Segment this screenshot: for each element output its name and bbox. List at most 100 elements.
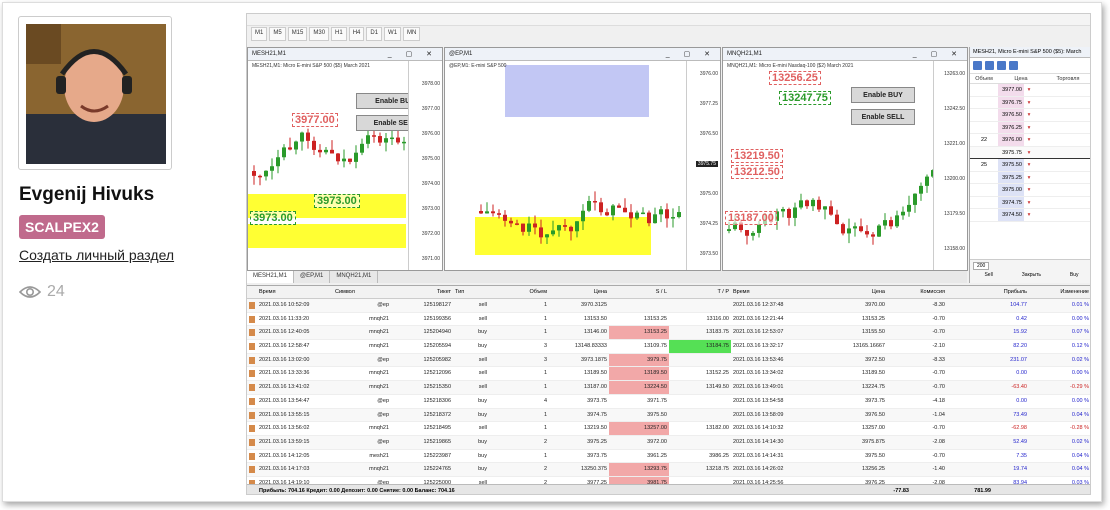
column-header[interactable]: Комиссия xyxy=(887,286,947,298)
order-label[interactable]: 3973.00 xyxy=(314,194,360,208)
enable-sell-button[interactable]: Enable SELL xyxy=(851,109,915,125)
cancel-icon[interactable]: ▾ xyxy=(1024,184,1034,196)
order-label[interactable]: 3973.00 xyxy=(250,211,296,225)
column-header[interactable]: Изменение xyxy=(1029,286,1090,298)
trade-cell[interactable] xyxy=(1034,109,1090,121)
dom-row[interactable]: 3977.00 ▾ xyxy=(970,84,1090,97)
order-label[interactable]: 13247.75 xyxy=(779,91,831,105)
cancel-icon[interactable]: ▾ xyxy=(1024,209,1034,221)
column-header[interactable]: Объем xyxy=(489,286,549,298)
dom-tool-icon[interactable] xyxy=(973,61,982,70)
create-section-link[interactable]: Создать личный раздел xyxy=(19,247,174,263)
dom-row[interactable]: 3975.25 ▾ xyxy=(970,171,1090,184)
dom-row[interactable]: 3976.50 ▾ xyxy=(970,109,1090,122)
cancel-icon[interactable]: ▾ xyxy=(1024,84,1034,96)
order-label[interactable]: 13187.00 xyxy=(725,211,777,225)
trade-cell[interactable] xyxy=(1034,197,1090,209)
trade-cell[interactable] xyxy=(1034,122,1090,134)
cancel-icon[interactable]: ▾ xyxy=(1024,172,1034,184)
order-label[interactable]: 13256.25 xyxy=(769,71,821,85)
cancel-icon[interactable]: ▾ xyxy=(1024,97,1034,109)
column-header[interactable]: Символ xyxy=(333,286,391,298)
trade-cell[interactable] xyxy=(1034,97,1090,109)
window-buttons[interactable]: _ ▢ ✕ xyxy=(388,48,438,61)
table-row[interactable]: 2021.03.16 10:52:09 @ep 125198127 sell 1 3970… xyxy=(247,299,1090,313)
table-row[interactable]: 2021.03.16 13:02:00 @ep 125205982 sell 3 3973… xyxy=(247,353,1090,368)
dom-tool-icon[interactable] xyxy=(985,61,994,70)
chart-window-ep[interactable]: @EP,M1 _ ▢ ✕ @EP,M1: E-mini S&P 500 3976.… xyxy=(444,47,721,271)
table-row[interactable]: 2021.03.16 13:54:47 @ep 125218306 buy 4 3973.… xyxy=(247,395,1090,409)
chart-area[interactable]: @EP,M1: E-mini S&P 500 3976.00 3977.25 3… xyxy=(445,61,720,270)
trade-cell[interactable] xyxy=(1034,159,1090,171)
tab-mnqh21[interactable]: MNQH21,M1 xyxy=(330,271,379,283)
window-buttons[interactable]: _ ▢ ✕ xyxy=(666,48,716,61)
cancel-icon[interactable]: ▾ xyxy=(1024,197,1034,209)
tab-ep[interactable]: @EP,M1 xyxy=(294,271,331,283)
tf-m30[interactable]: M30 xyxy=(309,27,330,41)
volume-field[interactable]: 200 xyxy=(973,262,990,270)
order-label[interactable]: 3977.00 xyxy=(292,113,338,127)
close-button[interactable]: Закрыть xyxy=(1022,272,1041,278)
tf-m1[interactable]: M1 xyxy=(251,27,268,41)
chart-window-mesh21[interactable]: MESH21,M1 _ ▢ ✕ MESH21,M1: Micro E-mini S… xyxy=(247,47,443,271)
dom-row[interactable]: 25 3975.50 ▾ xyxy=(970,159,1090,172)
sell-button[interactable]: Sell xyxy=(984,272,992,278)
column-header[interactable]: S / L xyxy=(609,286,669,298)
chart-area[interactable]: MNQH21,M1: Micro E-mini Nasdaq-100 ($2) … xyxy=(723,61,967,270)
column-header[interactable]: Тип xyxy=(453,286,489,298)
user-name[interactable]: Evgenij Hivuks xyxy=(19,184,154,206)
avatar[interactable] xyxy=(18,16,172,170)
tf-mn[interactable]: MN xyxy=(403,27,421,41)
table-row[interactable]: 2021.03.16 11:33:20 mnqh21 125199356 sell 1 1… xyxy=(247,313,1090,327)
trade-cell[interactable] xyxy=(1034,184,1090,196)
column-header[interactable]: Время xyxy=(731,286,793,298)
order-label[interactable]: 13219.50 xyxy=(731,149,783,163)
tab-mesh21[interactable]: MESH21,M1 xyxy=(247,271,295,283)
trade-cell[interactable] xyxy=(1034,84,1090,96)
dom-tool-icon[interactable] xyxy=(1009,61,1018,70)
table-row[interactable]: 2021.03.16 12:40:05 mnqh21 125204940 buy 1 13… xyxy=(247,326,1090,341)
window-buttons[interactable]: _ ▢ ✕ xyxy=(913,48,963,61)
dom-tool-icon[interactable] xyxy=(997,61,1006,70)
cancel-icon[interactable]: ▾ xyxy=(1024,159,1034,171)
dom-row[interactable]: 3974.50 ▾ xyxy=(970,209,1090,222)
order-label[interactable]: 13212.50 xyxy=(731,165,783,179)
dom-row[interactable]: 3976.75 ▾ xyxy=(970,96,1090,109)
cancel-icon[interactable]: ▾ xyxy=(1024,122,1034,134)
column-header[interactable]: Цена xyxy=(793,286,887,298)
chart-window-mnqh21[interactable]: MNQH21,M1 _ ▢ ✕ MNQH21,M1: Micro E-mini N… xyxy=(722,47,968,271)
cancel-icon[interactable]: ▾ xyxy=(1024,134,1034,146)
table-row[interactable]: 2021.03.16 14:12:05 mesh21 125223987 buy 1 39… xyxy=(247,450,1090,464)
tf-d1[interactable]: D1 xyxy=(366,27,383,41)
column-header[interactable]: Прибыль xyxy=(947,286,1029,298)
table-row[interactable]: 2021.03.16 13:41:02 mnqh21 125215350 sell 1 1… xyxy=(247,381,1090,395)
column-header[interactable]: Время xyxy=(257,286,333,298)
cancel-icon[interactable]: ▾ xyxy=(1024,109,1034,121)
dom-row[interactable]: 22 3976.00 ▾ xyxy=(970,134,1090,147)
table-row[interactable]: 2021.03.16 14:17:03 mnqh21 125224765 buy 2 13… xyxy=(247,463,1090,477)
tf-m15[interactable]: M15 xyxy=(287,27,308,41)
column-header[interactable]: Тикет xyxy=(391,286,453,298)
table-row[interactable]: 2021.03.16 13:55:15 @ep 125218372 buy 1 3974.… xyxy=(247,408,1090,423)
dom-row[interactable]: 3975.00 ▾ xyxy=(970,184,1090,197)
tf-m5[interactable]: M5 xyxy=(269,27,286,41)
cancel-icon[interactable]: ▾ xyxy=(1024,147,1034,159)
trade-cell[interactable] xyxy=(1034,147,1090,159)
dom-row[interactable]: 3976.25 ▾ xyxy=(970,121,1090,134)
tf-w1[interactable]: W1 xyxy=(384,27,402,41)
trade-cell[interactable] xyxy=(1034,172,1090,184)
chart-area[interactable]: MESH21,M1: Micro E-mini S&P 500 ($5) Mar… xyxy=(248,61,442,270)
trade-cell[interactable] xyxy=(1034,209,1090,221)
enable-buy-button[interactable]: Enable BUY xyxy=(851,87,915,103)
table-row[interactable]: 2021.03.16 13:33:36 mnqh21 125212096 sell 1 1… xyxy=(247,367,1090,382)
buy-button[interactable]: Buy xyxy=(1070,272,1079,278)
column-header[interactable]: Цена xyxy=(549,286,609,298)
dom-row[interactable]: 3974.75 ▾ xyxy=(970,196,1090,209)
trade-cell[interactable] xyxy=(1034,134,1090,146)
tf-h4[interactable]: H4 xyxy=(348,27,365,41)
tf-h1[interactable]: H1 xyxy=(331,27,347,41)
column-header[interactable]: T / P xyxy=(669,286,731,298)
table-row[interactable]: 2021.03.16 12:58:47 mnqh21 125205594 buy 3 13… xyxy=(247,340,1090,354)
table-row[interactable]: 2021.03.16 13:59:15 @ep 125219865 buy 2 3975.… xyxy=(247,435,1090,450)
dom-row[interactable]: 3975.75 ▾ xyxy=(970,146,1090,159)
